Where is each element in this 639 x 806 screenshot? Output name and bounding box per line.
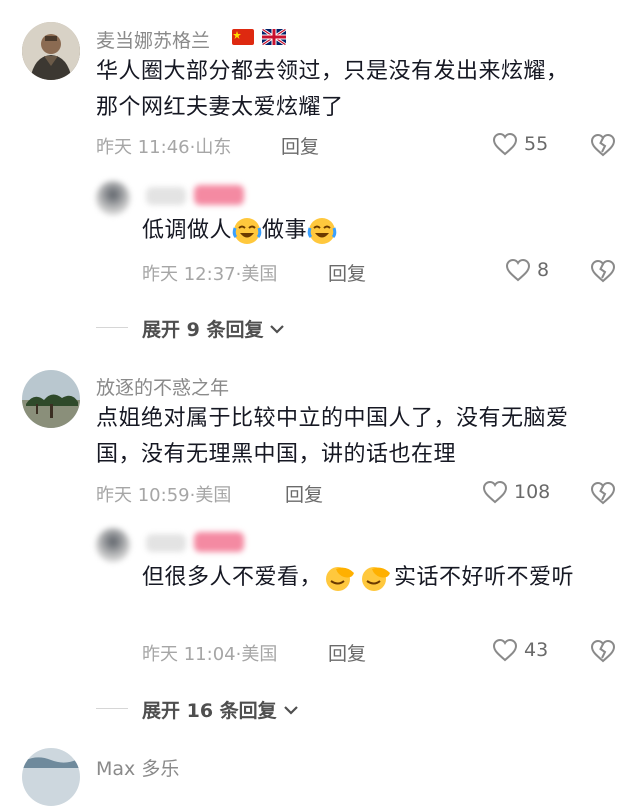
comment-meta: 昨天 11:46·山东 bbox=[96, 137, 232, 158]
broken-heart-icon bbox=[590, 259, 616, 283]
reply-meta: 昨天 11:04·美国 bbox=[142, 644, 278, 665]
reply-time: 昨天 11:04 bbox=[142, 644, 236, 665]
heart-icon bbox=[482, 480, 508, 504]
broken-heart-icon bbox=[590, 133, 616, 157]
facepalm-emoji-icon bbox=[326, 567, 355, 591]
expand-replies-button[interactable]: 展开 16 条回复 bbox=[142, 696, 299, 723]
reply-button[interactable]: 回复 bbox=[328, 639, 366, 666]
reply-username-blurred[interactable] bbox=[146, 187, 186, 205]
flag-china-icon bbox=[232, 29, 254, 45]
like-button[interactable]: 43 bbox=[492, 638, 548, 662]
heart-icon bbox=[505, 258, 531, 282]
expand-divider bbox=[96, 327, 128, 328]
comment-username[interactable]: 麦当娜苏格兰 bbox=[96, 26, 210, 53]
author-badge-blurred bbox=[194, 532, 244, 552]
reply-button[interactable]: 回复 bbox=[285, 480, 323, 507]
like-count: 108 bbox=[514, 481, 551, 503]
flag-uk-icon bbox=[262, 29, 286, 45]
reply-text: 低调做人 做事 bbox=[142, 213, 337, 249]
dislike-button[interactable] bbox=[590, 481, 616, 509]
comment-username[interactable]: 放逐的不惑之年 bbox=[96, 373, 229, 400]
comment-location: 美国 bbox=[195, 485, 232, 506]
heart-icon bbox=[492, 638, 518, 662]
expand-replies-button[interactable]: 展开 9 条回复 bbox=[142, 315, 285, 342]
dislike-button[interactable] bbox=[590, 259, 616, 287]
like-button[interactable]: 108 bbox=[482, 480, 550, 504]
broken-heart-icon bbox=[590, 481, 616, 505]
chevron-down-icon bbox=[283, 705, 298, 715]
heart-icon bbox=[492, 132, 518, 156]
comment-text: 点姐绝对属于比较中立的中国人了，没有无脑爱国，没有无理黑中国，讲的话也在理 bbox=[96, 406, 569, 467]
reply-text: 但很多人不爱看， 实话不好听不爱听 bbox=[142, 560, 612, 596]
facepalm-emoji-icon bbox=[362, 567, 391, 591]
reply-button[interactable]: 回复 bbox=[328, 259, 366, 286]
laughing-crying-emoji-icon bbox=[232, 218, 262, 244]
comment-text: 华人圈大部分都去领过，只是没有发出来炫耀，那个网红夫妻太爱炫耀了 bbox=[96, 59, 569, 120]
reply-location: 美国 bbox=[241, 264, 278, 285]
reply-avatar[interactable] bbox=[96, 181, 130, 215]
dislike-button[interactable] bbox=[590, 133, 616, 161]
chevron-down-icon bbox=[270, 324, 285, 334]
author-badge-blurred bbox=[194, 185, 244, 205]
like-count: 43 bbox=[524, 639, 549, 661]
avatar[interactable] bbox=[22, 748, 80, 806]
reply-avatar[interactable] bbox=[96, 528, 130, 562]
reply-time: 昨天 12:37 bbox=[142, 264, 236, 285]
reply-location: 美国 bbox=[241, 644, 278, 665]
comment-time: 昨天 10:59 bbox=[96, 485, 190, 506]
reply-username-blurred[interactable] bbox=[146, 534, 186, 552]
avatar[interactable] bbox=[22, 22, 80, 80]
dislike-button[interactable] bbox=[590, 639, 616, 667]
avatar[interactable] bbox=[22, 370, 80, 428]
comment-meta: 昨天 10:59·美国 bbox=[96, 485, 232, 506]
reply-button[interactable]: 回复 bbox=[281, 132, 319, 159]
laughing-crying-emoji-icon bbox=[307, 218, 337, 244]
like-button[interactable]: 55 bbox=[492, 132, 548, 156]
expand-divider bbox=[96, 708, 128, 709]
like-count: 8 bbox=[537, 259, 550, 281]
broken-heart-icon bbox=[590, 639, 616, 663]
comment-time: 昨天 11:46 bbox=[96, 137, 190, 158]
comment-location: 山东 bbox=[195, 137, 232, 158]
reply-meta: 昨天 12:37·美国 bbox=[142, 264, 278, 285]
like-button[interactable]: 8 bbox=[505, 258, 549, 282]
like-count: 55 bbox=[524, 133, 549, 155]
